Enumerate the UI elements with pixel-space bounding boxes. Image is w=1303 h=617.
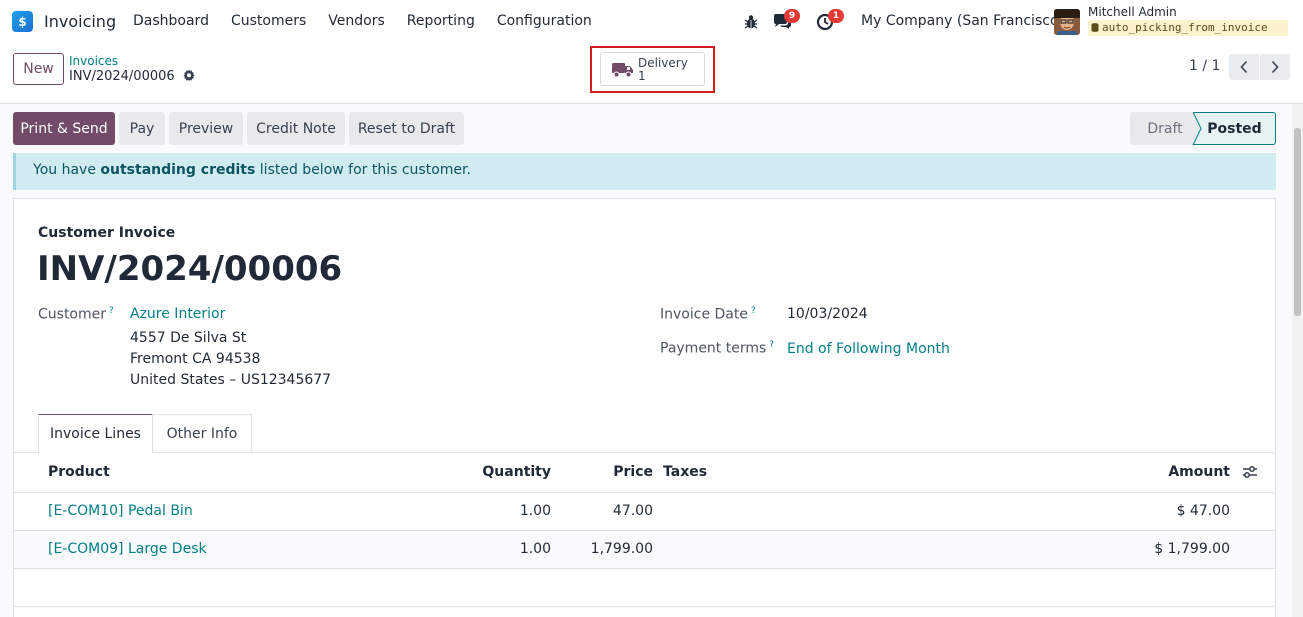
payment-terms-label-text: Payment terms xyxy=(660,340,767,357)
avatar-image xyxy=(1054,9,1080,35)
customer-address-line2: Fremont CA 94538 xyxy=(130,351,261,367)
row-divider xyxy=(14,492,1275,493)
top-navbar: $ Invoicing Dashboard Customers Vendors … xyxy=(0,0,1303,44)
status-arrow xyxy=(1190,112,1202,145)
user-name[interactable]: Mitchell Admin xyxy=(1088,5,1177,19)
column-price[interactable]: Price xyxy=(590,464,653,480)
invoice-date-label: Invoice Date? xyxy=(660,306,756,323)
print-send-button[interactable]: Print & Send xyxy=(13,112,115,145)
row-divider xyxy=(14,606,1275,607)
table-row-product[interactable]: [E-COM10] Pedal Bin xyxy=(48,503,193,519)
app-name[interactable]: Invoicing xyxy=(44,12,116,31)
help-icon[interactable]: ? xyxy=(769,340,774,350)
table-row-amount: $ 1,799.00 xyxy=(1154,541,1230,557)
truck-icon xyxy=(612,63,633,78)
row-divider xyxy=(14,568,1275,569)
database-name: auto_picking_from_invoice xyxy=(1088,20,1288,36)
invoice-date-field[interactable]: 10/03/2024 xyxy=(787,306,868,322)
chevron-right-icon xyxy=(1271,60,1279,74)
breadcrumb-current: INV/2024/00006 xyxy=(69,69,195,84)
activity-badge: 1 xyxy=(828,9,844,23)
menu-dashboard[interactable]: Dashboard xyxy=(122,13,220,29)
pager-previous-button[interactable] xyxy=(1229,54,1259,80)
column-taxes[interactable]: Taxes xyxy=(663,464,707,480)
help-icon[interactable]: ? xyxy=(109,306,114,316)
chat-badge: 9 xyxy=(784,9,800,23)
outstanding-credits-alert: You have outstanding credits listed belo… xyxy=(13,153,1276,190)
table-row-amount: $ 47.00 xyxy=(1176,503,1230,519)
database-icon xyxy=(1091,23,1099,32)
invoice-date-label-text: Invoice Date xyxy=(660,306,748,323)
pager-value[interactable]: 1 / 1 xyxy=(1189,58,1220,74)
customer-address-line3: United States – US12345677 xyxy=(130,372,332,388)
alert-bold: outstanding credits xyxy=(100,162,256,178)
app-icon[interactable]: $ xyxy=(12,11,33,32)
column-quantity[interactable]: Quantity xyxy=(470,464,551,480)
menu-vendors[interactable]: Vendors xyxy=(317,13,395,29)
chevron-left-icon xyxy=(1240,60,1248,74)
page-title: INV/2024/00006 xyxy=(37,249,343,289)
payment-terms-label: Payment terms? xyxy=(660,340,774,357)
alert-suffix: listed below for this customer. xyxy=(255,162,471,178)
breadcrumb-invoices[interactable]: Invoices xyxy=(69,54,118,68)
table-row-quantity[interactable]: 1.00 xyxy=(470,503,551,519)
preview-button[interactable]: Preview xyxy=(169,112,243,145)
column-amount[interactable]: Amount xyxy=(1130,464,1230,480)
customer-label: Customer? xyxy=(38,306,114,323)
delivery-label: Delivery xyxy=(638,56,688,70)
breadcrumb-current-label: INV/2024/00006 xyxy=(69,69,175,84)
scrollbar-thumb[interactable] xyxy=(1294,128,1301,316)
pager-next-button[interactable] xyxy=(1260,54,1290,80)
reset-to-draft-button[interactable]: Reset to Draft xyxy=(349,112,464,145)
bug-icon[interactable] xyxy=(743,14,759,30)
customer-address-line1: 4557 De Silva St xyxy=(130,330,247,346)
new-button[interactable]: New xyxy=(13,53,64,85)
alert-prefix: You have xyxy=(33,162,101,178)
avatar[interactable] xyxy=(1054,9,1080,35)
payment-terms-field[interactable]: End of Following Month xyxy=(787,341,950,357)
table-row-price[interactable]: 1,799.00 xyxy=(560,541,653,557)
menu-configuration[interactable]: Configuration xyxy=(486,13,603,29)
tab-other-info[interactable]: Other Info xyxy=(152,414,252,453)
menu-customers[interactable]: Customers xyxy=(220,13,317,29)
delivery-smart-button[interactable]: Delivery 1 xyxy=(600,52,705,86)
company-switcher[interactable]: My Company (San Francisco) xyxy=(861,13,1064,29)
main-menu: Dashboard Customers Vendors Reporting Co… xyxy=(122,13,603,29)
table-row-price[interactable]: 47.00 xyxy=(560,503,653,519)
gear-icon[interactable] xyxy=(183,69,195,81)
tab-invoice-lines[interactable]: Invoice Lines xyxy=(38,414,153,453)
database-name-text: auto_picking_from_invoice xyxy=(1102,21,1268,34)
column-settings-icon[interactable] xyxy=(1242,465,1258,479)
customer-label-text: Customer xyxy=(38,306,107,323)
delivery-count: 1 xyxy=(638,69,646,83)
menu-reporting[interactable]: Reporting xyxy=(396,13,486,29)
pay-button[interactable]: Pay xyxy=(119,112,165,145)
customer-field[interactable]: Azure Interior xyxy=(130,306,225,322)
credit-note-button[interactable]: Credit Note xyxy=(247,112,345,145)
help-icon[interactable]: ? xyxy=(751,306,756,316)
table-row-quantity[interactable]: 1.00 xyxy=(470,541,551,557)
column-product[interactable]: Product xyxy=(48,464,110,480)
status-posted[interactable]: Posted xyxy=(1193,112,1276,145)
document-type: Customer Invoice xyxy=(38,225,176,241)
table-row-product[interactable]: [E-COM09] Large Desk xyxy=(48,541,207,557)
